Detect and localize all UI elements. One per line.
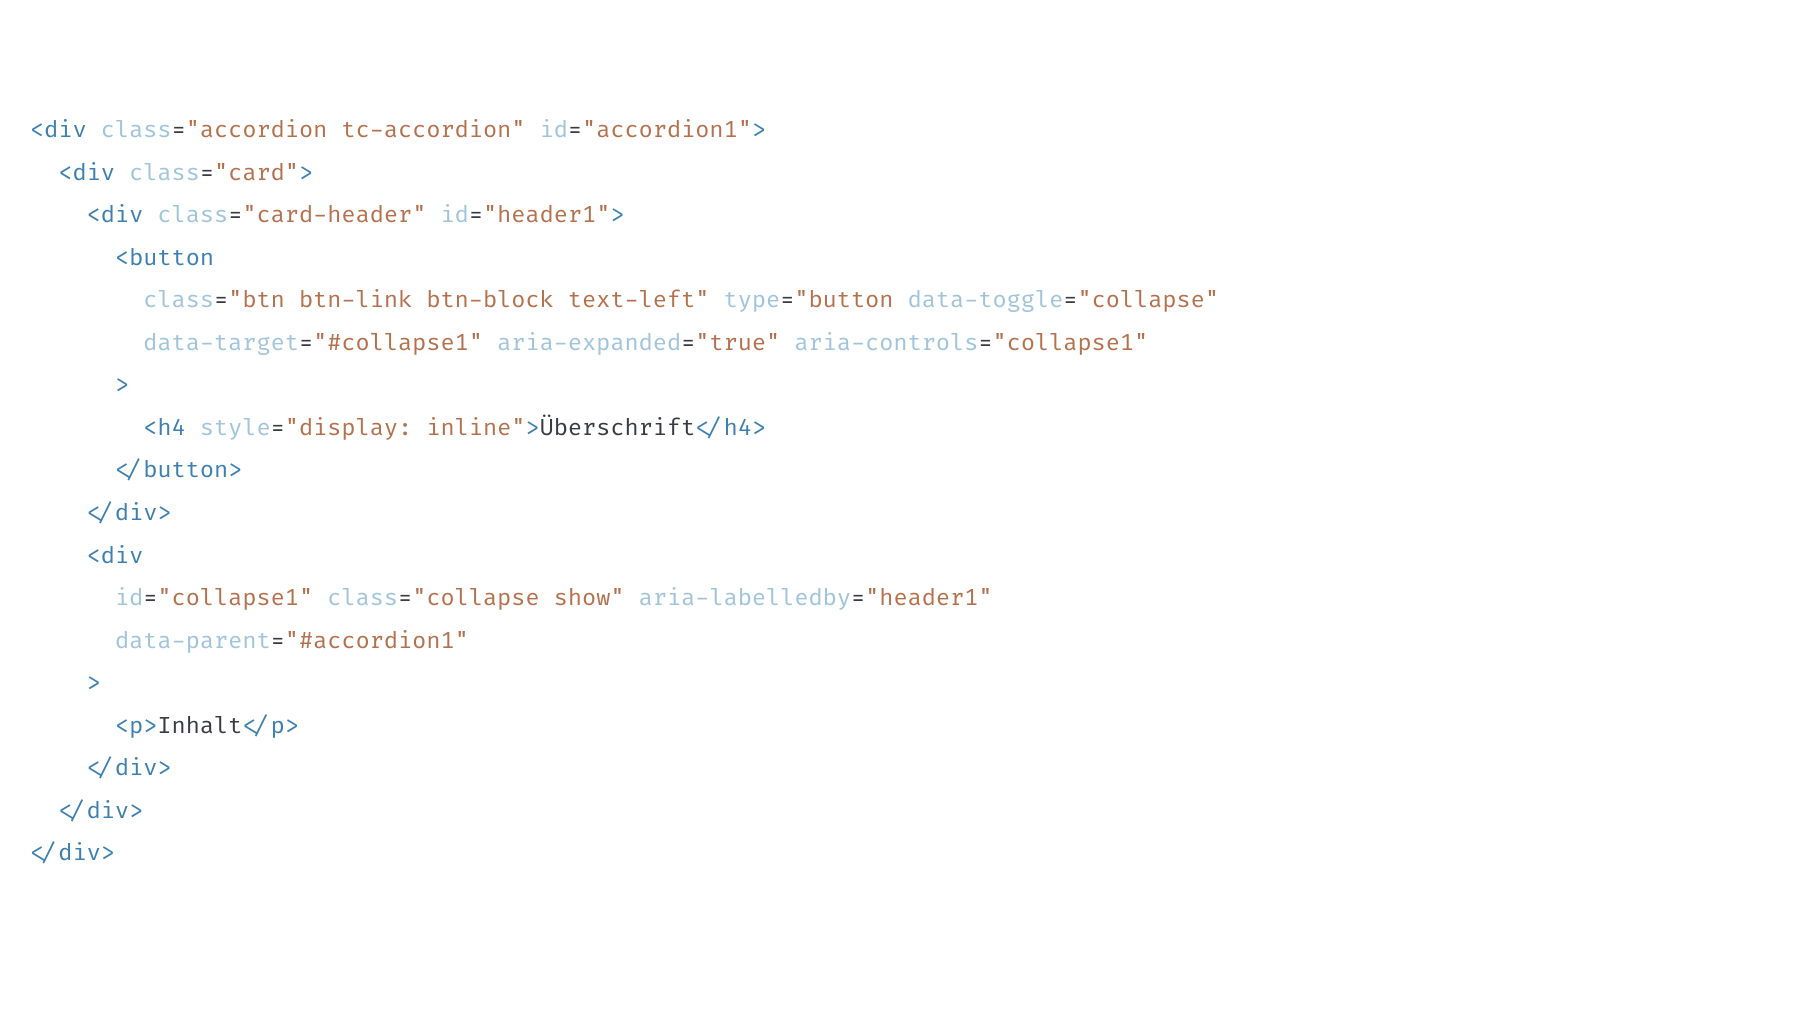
tag-close: > bbox=[129, 798, 143, 826]
tag-close: > bbox=[299, 160, 313, 188]
attr-name: id bbox=[115, 585, 143, 613]
attr-name: style bbox=[200, 415, 271, 443]
attr-name: id bbox=[540, 117, 568, 145]
attr-value: "#accordion1" bbox=[285, 628, 469, 656]
tag-open: <div bbox=[58, 160, 115, 188]
tag-end: </h4 bbox=[695, 415, 752, 443]
attr-value: "card-header" bbox=[242, 202, 426, 230]
tag-close: > bbox=[157, 755, 171, 783]
attr-name: aria-expanded bbox=[497, 330, 681, 358]
attr-name: class bbox=[327, 585, 398, 613]
keyword-true: true bbox=[709, 330, 766, 358]
attr-value: "accordion1" bbox=[582, 117, 752, 145]
attr-quote: " bbox=[695, 330, 709, 358]
tag-close: > bbox=[285, 713, 299, 741]
tag-end: </div bbox=[87, 755, 158, 783]
tag-open: <div bbox=[87, 202, 144, 230]
tag-end: </div bbox=[30, 840, 101, 868]
tag-open: <h4 bbox=[143, 415, 185, 443]
attr-name: class bbox=[129, 160, 200, 188]
tag-close: > bbox=[101, 840, 115, 868]
code-block: <div class="accordion tc-accordion" id="… bbox=[30, 110, 1768, 876]
tag-close: > bbox=[228, 457, 242, 485]
tag-end: </div bbox=[87, 500, 158, 528]
tag-end: </button bbox=[115, 457, 228, 485]
attr-name: data-toggle bbox=[908, 287, 1064, 315]
attr-value: "collapse1" bbox=[993, 330, 1149, 358]
attr-name: type bbox=[724, 287, 781, 315]
attr-name: class bbox=[157, 202, 228, 230]
tag-open: <div bbox=[87, 543, 144, 571]
attr-value: "collapse show" bbox=[412, 585, 624, 613]
tag-close: > bbox=[157, 500, 171, 528]
attr-value: "#collapse1" bbox=[313, 330, 483, 358]
attr-quote: " bbox=[766, 330, 780, 358]
text-content: Überschrift bbox=[540, 415, 696, 443]
tag-open: <div bbox=[30, 117, 87, 145]
tag-close: > bbox=[115, 372, 129, 400]
tag-end: </p bbox=[242, 713, 284, 741]
tag-end: </div bbox=[58, 798, 129, 826]
tag-close: > bbox=[752, 117, 766, 145]
tag-close: > bbox=[610, 202, 624, 230]
attr-name: aria-controls bbox=[794, 330, 978, 358]
text-content: Inhalt bbox=[157, 713, 242, 741]
attr-name: class bbox=[143, 287, 214, 315]
attr-value: "collapse" bbox=[1077, 287, 1219, 315]
attr-value: "accordion tc-accordion" bbox=[186, 117, 526, 145]
tag-close: > bbox=[752, 415, 766, 443]
tag-close: > bbox=[87, 670, 101, 698]
attr-name: data-parent bbox=[115, 628, 271, 656]
attr-value: "header1" bbox=[865, 585, 992, 613]
attr-value: "card" bbox=[214, 160, 299, 188]
attr-name: data-target bbox=[143, 330, 299, 358]
attr-name: id bbox=[441, 202, 469, 230]
attr-value: "display: inline" bbox=[285, 415, 526, 443]
attr-value: "header1" bbox=[483, 202, 610, 230]
tag-mid: > bbox=[525, 415, 539, 443]
tag-mid: > bbox=[143, 713, 157, 741]
attr-name: aria-labelledby bbox=[639, 585, 851, 613]
attr-name: class bbox=[101, 117, 172, 145]
attr-value: "btn btn-link btn-block text-left" bbox=[228, 287, 709, 315]
tag-open: <button bbox=[115, 245, 214, 273]
attr-value: "button bbox=[794, 287, 893, 315]
attr-value: "collapse1" bbox=[157, 585, 313, 613]
tag-open: <p bbox=[115, 713, 143, 741]
